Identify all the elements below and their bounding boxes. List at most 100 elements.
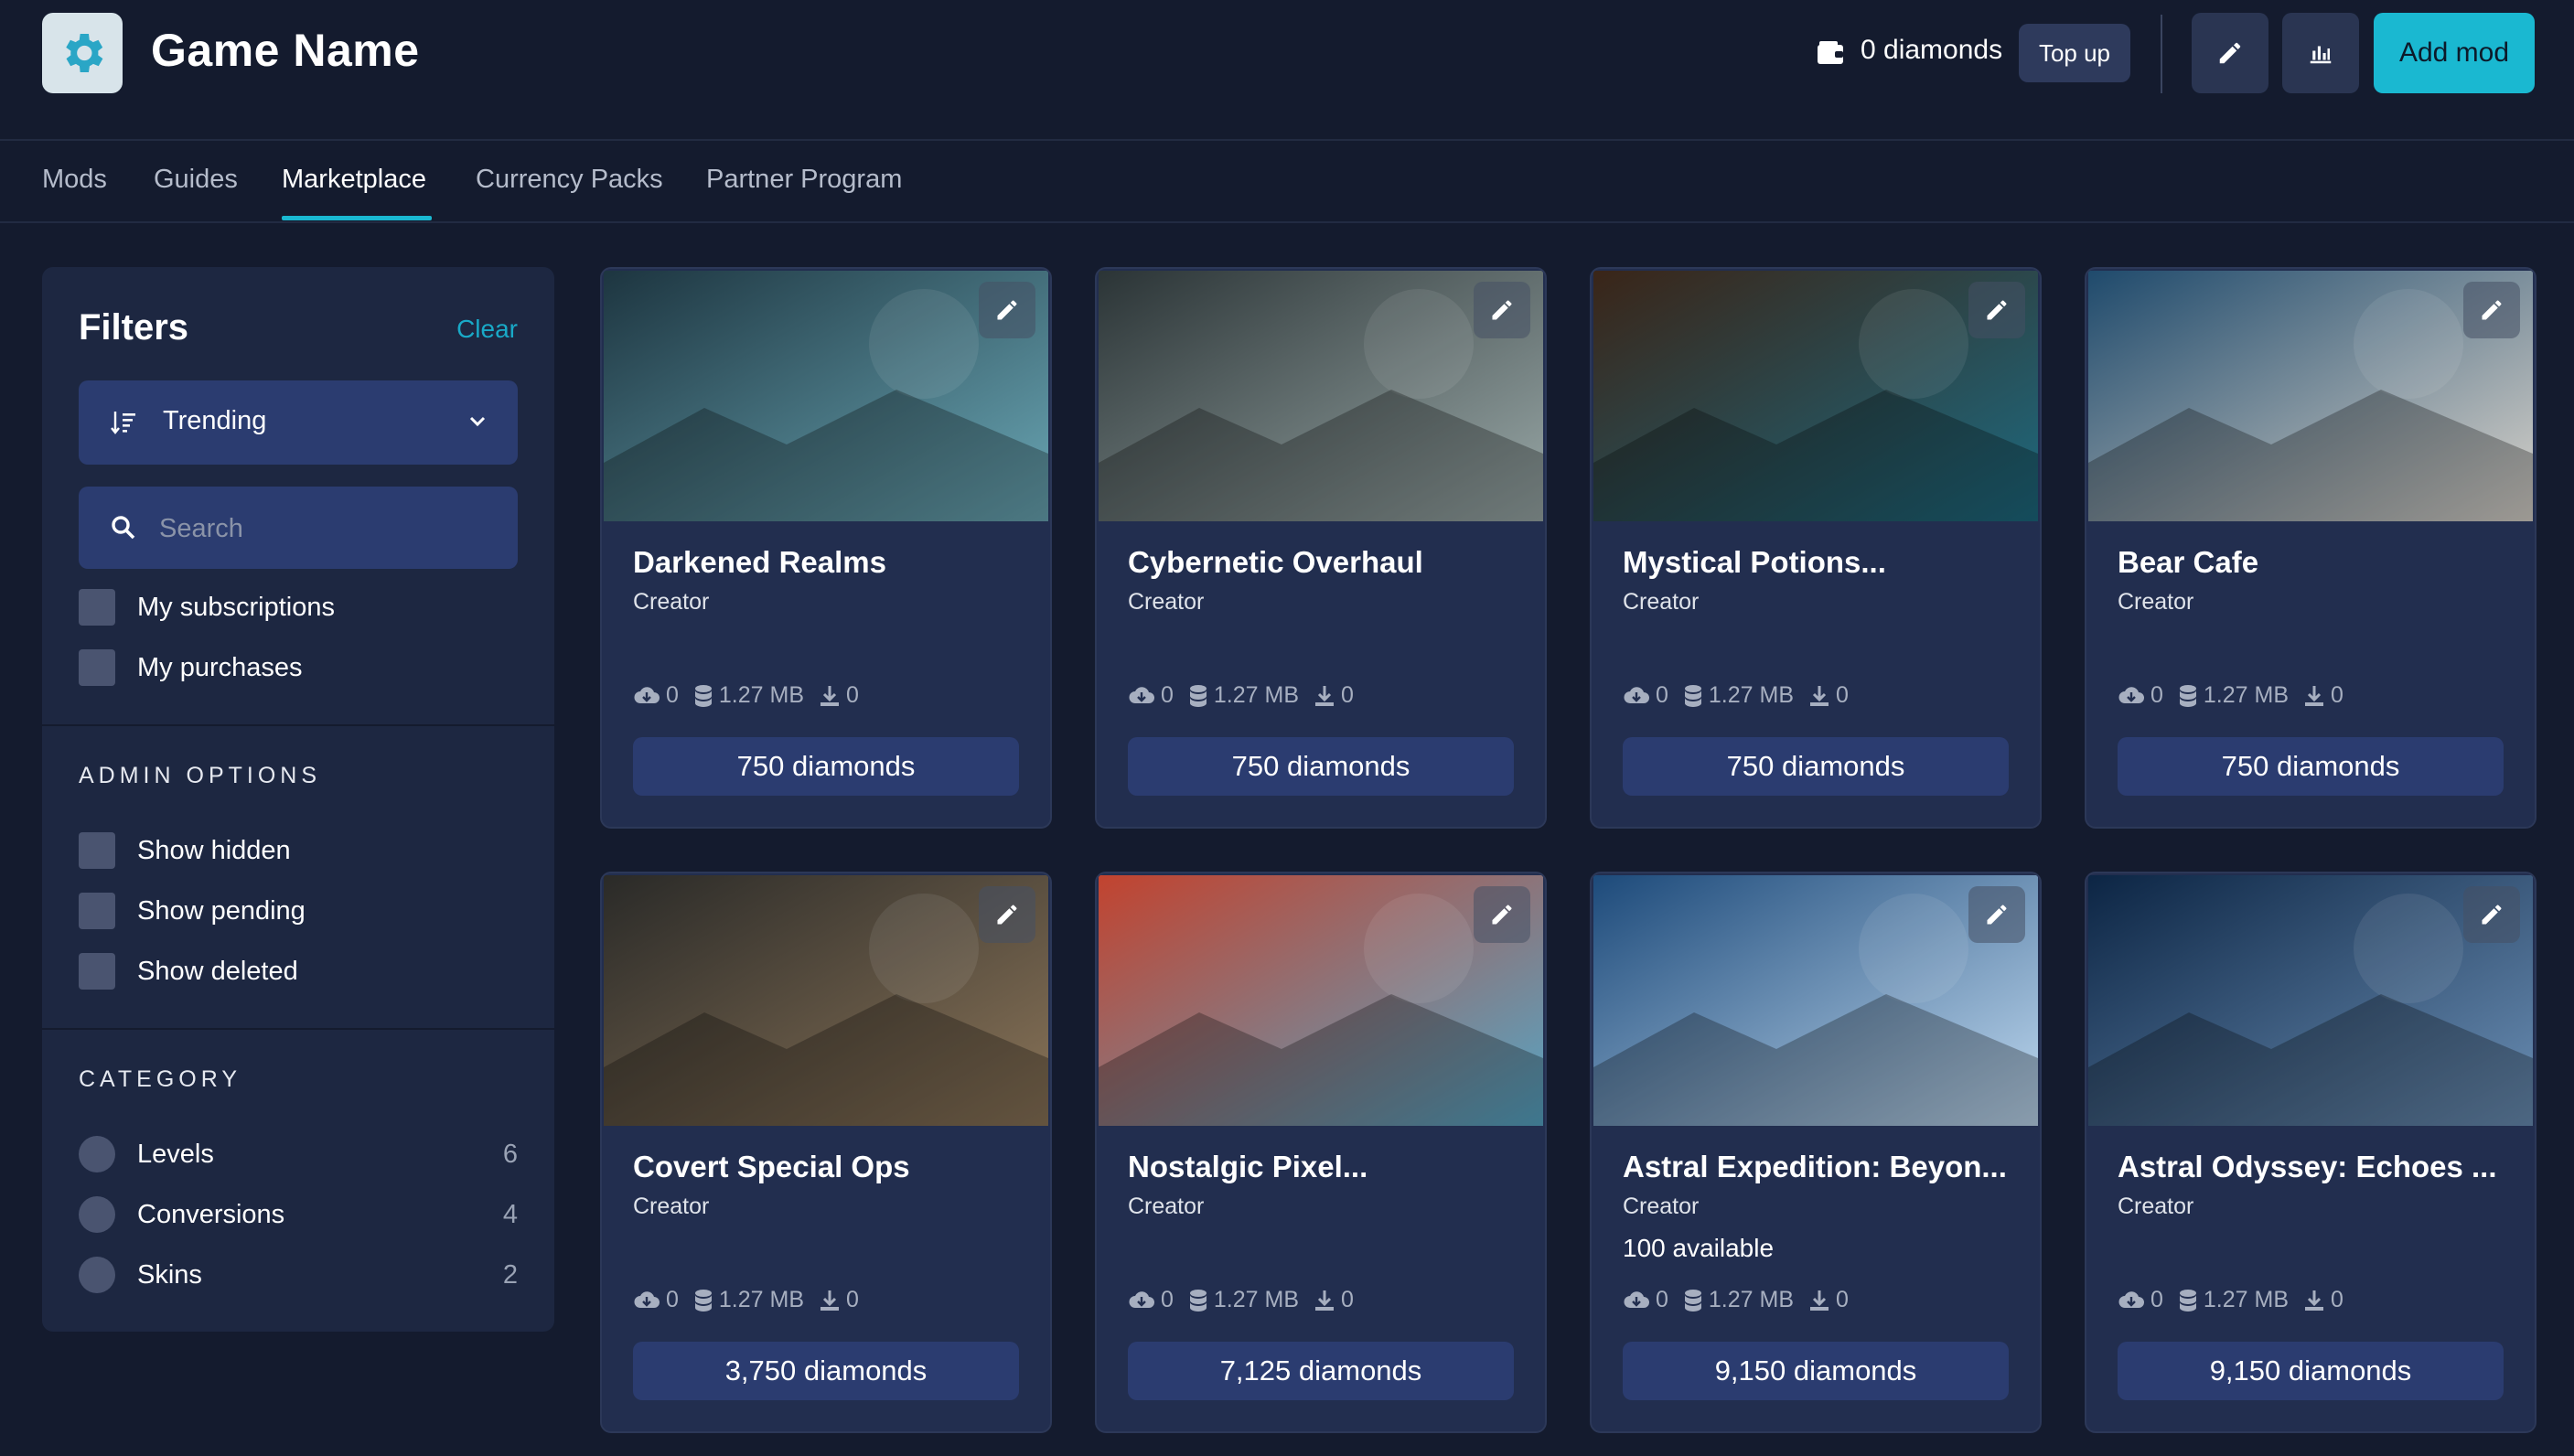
mod-thumbnail[interactable] <box>604 875 1048 1126</box>
price-button[interactable]: 9,150 diamonds <box>1623 1342 2009 1400</box>
price-button[interactable]: 750 diamonds <box>2118 737 2504 796</box>
mod-card[interactable]: Bear Cafe Creator 0 1.27 MB 0 750 diamon… <box>2085 267 2536 829</box>
radio-button[interactable] <box>79 1257 115 1293</box>
database-icon <box>1189 1289 1207 1311</box>
download-count: 0 <box>846 1287 859 1312</box>
cloud-download-icon <box>2118 686 2144 703</box>
checkbox-label: My purchases <box>137 652 303 682</box>
radio-button[interactable] <box>79 1136 115 1172</box>
tab-mods[interactable]: Mods <box>42 165 107 195</box>
mod-thumbnail[interactable] <box>1593 271 2038 521</box>
category-count: 4 <box>502 1199 518 1229</box>
mod-title[interactable]: Bear Cafe <box>2118 545 2258 580</box>
mod-title[interactable]: Covert Special Ops <box>633 1150 910 1184</box>
top-header: Game Name 0 diamonds Top up Add mod <box>0 0 2574 141</box>
category-levels[interactable]: Levels 6 <box>79 1136 518 1172</box>
mod-thumbnail[interactable] <box>604 271 1048 521</box>
mod-card[interactable]: Darkened Realms Creator 0 1.27 MB 0 750 … <box>600 267 1052 829</box>
mod-card[interactable]: Covert Special Ops Creator 0 1.27 MB 0 3… <box>600 872 1052 1433</box>
download-icon <box>1810 685 1829 706</box>
edit-mod-button[interactable] <box>979 282 1035 338</box>
mod-creator: Creator <box>1623 589 1700 615</box>
show-deleted-filter[interactable]: Show deleted <box>79 953 298 990</box>
mod-card[interactable]: Astral Odyssey: Echoes ... Creator 0 1.2… <box>2085 872 2536 1433</box>
top-up-button[interactable]: Top up <box>2019 24 2130 82</box>
checkbox[interactable] <box>79 649 115 686</box>
download-count: 0 <box>1836 682 1849 708</box>
mod-card[interactable]: Mystical Potions... Creator 0 1.27 MB 0 … <box>1590 267 2042 829</box>
tab-currency-packs[interactable]: Currency Packs <box>476 165 663 195</box>
admin-options-heading: ADMIN OPTIONS <box>79 763 322 788</box>
mod-title[interactable]: Mystical Potions... <box>1623 545 1886 580</box>
pencil-icon <box>1492 905 1512 925</box>
mod-stats: 0 1.27 MB 0 <box>2118 682 2358 709</box>
edit-mod-button[interactable] <box>979 886 1035 943</box>
search-input[interactable] <box>157 503 490 554</box>
price-button[interactable]: 750 diamonds <box>633 737 1019 796</box>
download-count: 0 <box>2331 1287 2343 1312</box>
checkbox[interactable] <box>79 893 115 929</box>
download-count: 0 <box>1836 1287 1849 1312</box>
mod-title[interactable]: Astral Expedition: Beyon... <box>1623 1150 2007 1184</box>
edit-mod-button[interactable] <box>2463 282 2520 338</box>
checkbox[interactable] <box>79 589 115 626</box>
price-button[interactable]: 7,125 diamonds <box>1128 1342 1514 1400</box>
mod-title[interactable]: Nostalgic Pixel... <box>1128 1150 1367 1184</box>
cloud-download-icon <box>1624 686 1649 703</box>
price-button[interactable]: 9,150 diamonds <box>2118 1342 2504 1400</box>
mod-card[interactable]: Astral Expedition: Beyon... Creator 100 … <box>1590 872 2042 1433</box>
sort-dropdown[interactable]: Trending <box>79 380 518 465</box>
game-logo[interactable] <box>42 13 123 93</box>
my-purchases-filter[interactable]: My purchases <box>79 649 303 686</box>
show-hidden-filter[interactable]: Show hidden <box>79 832 291 869</box>
file-size: 1.27 MB <box>1708 1287 1795 1312</box>
price-button[interactable]: 3,750 diamonds <box>633 1342 1019 1400</box>
add-mod-button[interactable]: Add mod <box>2374 13 2535 93</box>
checkbox[interactable] <box>79 953 115 990</box>
database-icon <box>2179 684 2196 707</box>
edit-mod-button[interactable] <box>1968 886 2025 943</box>
mod-card[interactable]: Nostalgic Pixel... Creator 0 1.27 MB 0 7… <box>1095 872 1547 1433</box>
pencil-icon <box>1987 905 2007 925</box>
category-heading: CATEGORY <box>79 1066 241 1092</box>
mod-title[interactable]: Cybernetic Overhaul <box>1128 545 1423 580</box>
mod-title[interactable]: Astral Odyssey: Echoes ... <box>2118 1150 2497 1184</box>
edit-mod-button[interactable] <box>2463 886 2520 943</box>
checkbox[interactable] <box>79 832 115 869</box>
download-count: 0 <box>2331 682 2343 708</box>
radio-button[interactable] <box>79 1196 115 1233</box>
tab-guides[interactable]: Guides <box>154 165 238 195</box>
category-conversions[interactable]: Conversions 4 <box>79 1196 518 1233</box>
price-button[interactable]: 750 diamonds <box>1623 737 2009 796</box>
tab-partner-program[interactable]: Partner Program <box>706 165 902 195</box>
mod-thumbnail[interactable] <box>2088 875 2533 1126</box>
bar-chart-icon <box>2310 46 2332 64</box>
mod-stats: 0 1.27 MB 0 <box>1623 682 1863 709</box>
edit-mod-button[interactable] <box>1968 282 2025 338</box>
mod-title[interactable]: Darkened Realms <box>633 545 886 580</box>
mod-thumbnail[interactable] <box>1099 875 1543 1126</box>
divider <box>42 724 554 726</box>
edit-mod-button[interactable] <box>1474 282 1530 338</box>
checkbox-label: Show hidden <box>137 835 291 865</box>
mod-card[interactable]: Cybernetic Overhaul Creator 0 1.27 MB 0 … <box>1095 267 1547 829</box>
cloud-download-icon <box>1624 1290 1649 1308</box>
pencil-icon <box>2219 42 2241 64</box>
wallet-balance: 0 diamonds <box>1861 35 2003 65</box>
my-subscriptions-filter[interactable]: My subscriptions <box>79 589 335 626</box>
mod-thumbnail[interactable] <box>1099 271 1543 521</box>
mod-thumbnail[interactable] <box>1593 875 2038 1126</box>
category-skins[interactable]: Skins 2 <box>79 1257 518 1293</box>
mod-thumbnail[interactable] <box>2088 271 2533 521</box>
download-icon <box>820 685 840 706</box>
edit-mod-button[interactable] <box>1474 886 1530 943</box>
clear-filters-link[interactable]: Clear <box>456 315 518 344</box>
price-button[interactable]: 750 diamonds <box>1128 737 1514 796</box>
checkbox-label: Show deleted <box>137 956 298 986</box>
edit-game-button[interactable] <box>2192 13 2268 93</box>
category-label: Levels <box>137 1139 214 1169</box>
tab-marketplace[interactable]: Marketplace <box>282 165 426 195</box>
show-pending-filter[interactable]: Show pending <box>79 893 306 929</box>
database-icon <box>1684 684 1701 707</box>
analytics-button[interactable] <box>2282 13 2359 93</box>
